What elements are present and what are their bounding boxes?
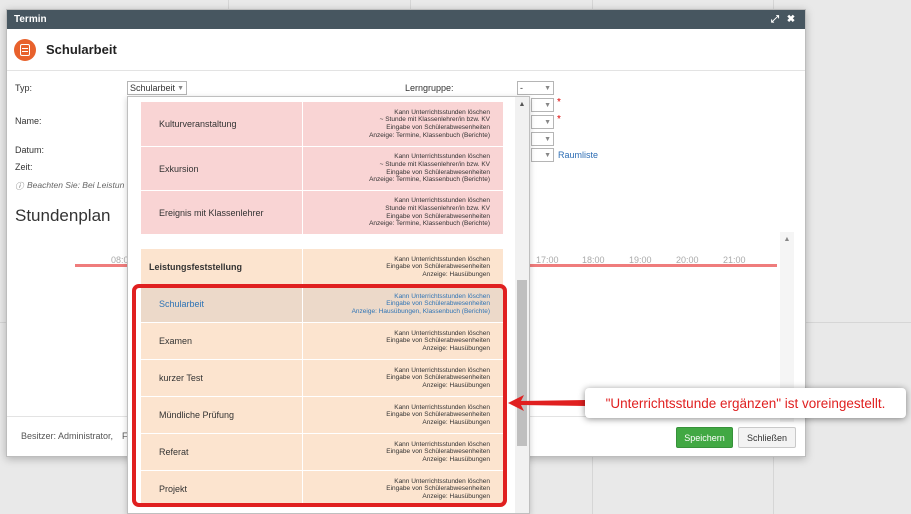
info-icon: ⓘ bbox=[15, 181, 24, 191]
close-button[interactable]: Schließen bbox=[738, 427, 796, 448]
expand-icon[interactable]: ⤢ bbox=[768, 14, 782, 25]
name-label: Name: bbox=[15, 116, 42, 126]
scroll-up-icon[interactable]: ▲ bbox=[780, 232, 794, 243]
chevron-down-icon: ▼ bbox=[544, 101, 551, 109]
time-tick: 08:0 bbox=[111, 255, 129, 265]
chevron-down-icon: ▼ bbox=[544, 151, 551, 159]
stundenplan-title: Stundenplan bbox=[15, 206, 111, 225]
time-tick: 20:00 bbox=[676, 255, 699, 265]
list-item-desc: Kann Unterrichtsstunden löschen ~ Stunde … bbox=[369, 153, 490, 184]
owner-info: Besitzer: Administrator, bbox=[21, 431, 114, 441]
typ-label: Typ: bbox=[15, 83, 33, 93]
select-row3[interactable]: ▼ bbox=[531, 115, 554, 129]
required-mark: * bbox=[557, 114, 561, 125]
scroll-up-icon[interactable]: ▲ bbox=[515, 97, 529, 108]
list-item-kulturveranstaltung[interactable]: Kulturveranstaltung Kann Unterrichtsstun… bbox=[141, 102, 503, 147]
callout-text: "Unterrichtsstunde ergänzen" ist voreing… bbox=[605, 395, 886, 411]
header-title: Schularbeit bbox=[46, 42, 117, 57]
dialog-title: Termin bbox=[14, 14, 47, 25]
list-item-desc: Kann Unterrichtsstunden löschen Stunde mi… bbox=[369, 197, 490, 228]
lerngruppe-select-value: - bbox=[520, 83, 523, 93]
highlight-frame bbox=[132, 284, 507, 507]
close-icon[interactable]: ✖ bbox=[784, 14, 798, 25]
notepad-icon bbox=[14, 38, 36, 61]
time-tick: 21:00 bbox=[723, 255, 746, 265]
dialog-header: Schularbeit bbox=[7, 29, 805, 71]
list-item-name: Kulturveranstaltung bbox=[141, 102, 303, 146]
select-row4[interactable]: ▼ bbox=[531, 132, 554, 146]
typ-select-value: Schularbeit bbox=[130, 83, 176, 93]
list-item-name: Exkursion bbox=[141, 147, 303, 190]
chevron-down-icon: ▼ bbox=[544, 84, 551, 92]
list-item-ereignis-mit-klassenlehrer[interactable]: Ereignis mit Klassenlehrer Kann Unterric… bbox=[141, 191, 503, 235]
list-item-name: Leistungsfeststellung bbox=[141, 249, 303, 285]
chevron-down-icon: ▼ bbox=[544, 118, 551, 126]
time-tick: 18:00 bbox=[582, 255, 605, 265]
list-item-exkursion[interactable]: Exkursion Kann Unterrichtsstunden lösche… bbox=[141, 147, 503, 191]
typ-select[interactable]: Schularbeit ▼ bbox=[127, 81, 187, 95]
datum-label: Datum: bbox=[15, 145, 45, 155]
list-group-leistungsfeststellung[interactable]: Leistungsfeststellung Kann Unterrichtsst… bbox=[141, 249, 503, 286]
callout-arrow-icon bbox=[508, 395, 586, 411]
time-tick: 17:00 bbox=[536, 255, 559, 265]
select-row2[interactable]: ▼ bbox=[531, 98, 554, 112]
dropdown-scrollbar[interactable]: ▲ bbox=[515, 97, 529, 513]
raum-select[interactable]: ▼ bbox=[531, 148, 554, 162]
raumliste-link[interactable]: Raumliste bbox=[558, 150, 598, 160]
chevron-down-icon: ▼ bbox=[177, 84, 184, 92]
lerngruppe-label: Lerngruppe: bbox=[405, 83, 454, 93]
list-item-desc: Kann Unterrichtsstunden löschen ~ Stunde … bbox=[369, 108, 490, 139]
zeit-label: Zeit: bbox=[15, 162, 33, 172]
save-button[interactable]: Speichern bbox=[676, 427, 733, 448]
time-tick: 19:00 bbox=[629, 255, 652, 265]
leistung-note: Beachten Sie: Bei Leistun bbox=[27, 180, 125, 190]
required-mark: * bbox=[557, 97, 561, 108]
callout-box: "Unterrichtsstunde ergänzen" ist voreing… bbox=[585, 388, 906, 418]
list-item-desc: Kann Unterrichtsstunden löschen Eingabe v… bbox=[386, 255, 490, 278]
lerngruppe-select[interactable]: - ▼ bbox=[517, 81, 554, 95]
scrollbar-thumb[interactable] bbox=[517, 280, 527, 446]
list-item-name: Ereignis mit Klassenlehrer bbox=[141, 191, 303, 234]
dialog-titlebar: Termin ⤢ ✖ bbox=[7, 10, 805, 29]
chevron-down-icon: ▼ bbox=[544, 135, 551, 143]
